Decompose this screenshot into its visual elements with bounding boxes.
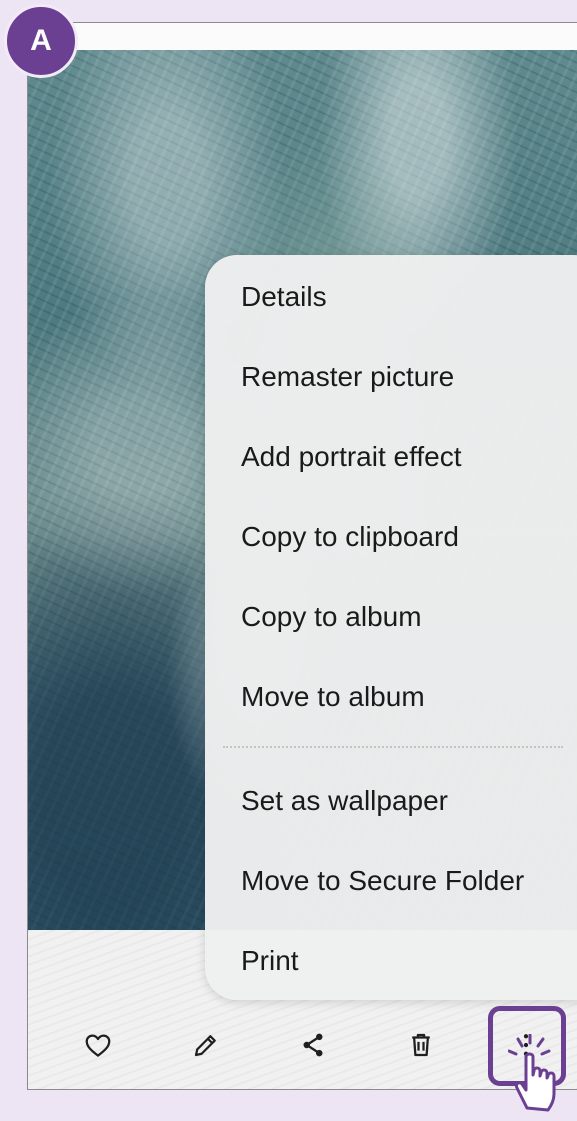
heart-icon[interactable] [83, 1030, 113, 1060]
status-strip [28, 23, 577, 50]
trash-icon[interactable] [406, 1030, 436, 1060]
menu-item-remaster-picture[interactable]: Remaster picture [241, 361, 454, 393]
menu-item-move-to-secure-folder[interactable]: Move to Secure Folder [241, 865, 524, 897]
menu-item-add-portrait-effect[interactable]: Add portrait effect [241, 441, 462, 473]
menu-item-copy-to-clipboard[interactable]: Copy to clipboard [241, 521, 459, 553]
menu-divider [223, 746, 563, 748]
edit-pencil-icon[interactable] [191, 1030, 221, 1060]
share-icon[interactable] [298, 1030, 328, 1060]
menu-item-set-as-wallpaper[interactable]: Set as wallpaper [241, 785, 448, 817]
menu-item-copy-to-album[interactable]: Copy to album [241, 601, 422, 633]
menu-item-move-to-album[interactable]: Move to album [241, 681, 425, 713]
menu-item-details[interactable]: Details [241, 281, 327, 313]
more-options-menu: Details Remaster picture Add portrait ef… [205, 255, 577, 1000]
menu-item-print[interactable]: Print [241, 945, 299, 977]
tap-hand-icon [507, 1033, 568, 1121]
step-badge: A [4, 4, 78, 78]
